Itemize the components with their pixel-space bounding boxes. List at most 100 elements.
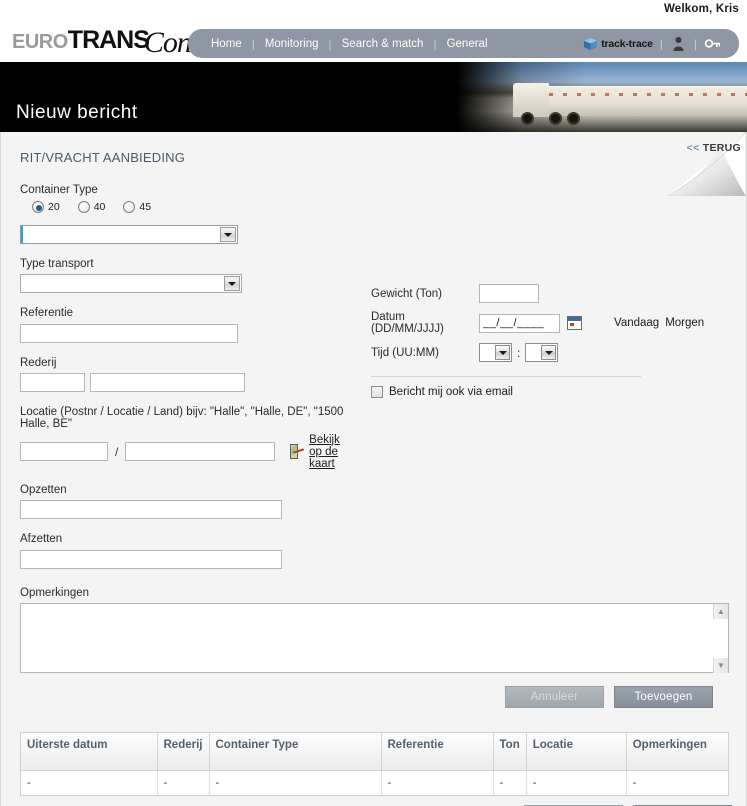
back-link[interactable]: << TERUG	[687, 142, 741, 154]
today-link[interactable]: Vandaag	[614, 317, 659, 329]
column-header-referentie: Referentie	[381, 732, 494, 771]
chevron-down-icon[interactable]	[224, 276, 240, 291]
container-type-label: Container Type	[20, 184, 98, 196]
annuleer-button-top[interactable]: Annuleer	[505, 685, 604, 708]
form-right-column: Gewicht (Ton) Datum (DD/MM/JJJJ) Vandaag…	[371, 284, 711, 398]
column-header-locatie: Locatie	[526, 732, 627, 771]
section-heading: RIT/VRACHT AANBIEDING	[20, 150, 186, 165]
truck-wheel	[567, 112, 580, 125]
datum-row: Datum (DD/MM/JJJJ) Vandaag Morgen	[371, 311, 711, 335]
site-logo[interactable]: EUROTRANSCon	[12, 22, 196, 62]
form-button-row: Annuleer Toevoegen	[20, 685, 727, 708]
tijd-minute-select[interactable]	[525, 343, 559, 362]
truck-wheel	[521, 112, 534, 125]
form-left-column: Container Type 20 40 45 Type transport R…	[20, 184, 350, 569]
map-icon[interactable]	[290, 444, 299, 459]
column-header-uiterste-datum: Uiterste datum	[21, 732, 158, 771]
content-panel: << TERUG RIT/VRACHT AANBIEDING Container…	[0, 132, 747, 806]
track-trace-link[interactable]: track-trace	[583, 37, 653, 51]
nav-right-tools: track-trace | |	[583, 35, 725, 52]
tijd-separator: :	[517, 345, 521, 360]
cell-container-type: -	[209, 770, 382, 795]
datum-input[interactable]	[479, 313, 560, 333]
key-icon[interactable]	[704, 35, 721, 52]
chevron-down-icon[interactable]	[495, 345, 510, 360]
nav-item-search-match[interactable]: Search & match	[333, 38, 433, 50]
opmerkingen-textarea[interactable]	[20, 602, 729, 673]
type-transport-combobox[interactable]	[20, 274, 242, 294]
truck-cab	[513, 83, 549, 117]
afzetten-input[interactable]	[20, 549, 282, 569]
opzetten-input[interactable]	[20, 500, 282, 519]
radio-option-20[interactable]: 20	[32, 201, 60, 213]
tijd-label: Tijd (UU:MM)	[371, 346, 439, 359]
container-type-input[interactable]	[21, 227, 218, 245]
table-row[interactable]: - - - - - - -	[21, 770, 728, 795]
rederij-code-input[interactable]	[20, 372, 85, 392]
type-transport-label: Type transport	[20, 258, 94, 270]
container-type-combobox[interactable]	[20, 225, 238, 245]
logo-part-con: Con	[143, 26, 192, 59]
nav-item-home[interactable]: Home	[202, 38, 251, 50]
locatie-separator: /	[115, 444, 119, 459]
radio-45-icon[interactable]	[123, 201, 136, 213]
radio-option-45[interactable]: 45	[123, 201, 151, 213]
track-trace-label: track-trace	[601, 37, 653, 50]
new-message-form: Container Type 20 40 45 Type transport R…	[1, 184, 746, 718]
chevron-down-icon[interactable]	[220, 227, 236, 242]
radio-option-40[interactable]: 40	[77, 201, 105, 213]
opzetten-label: Opzetten	[20, 483, 67, 496]
type-transport-input[interactable]	[21, 276, 222, 294]
referentie-input[interactable]	[20, 323, 238, 343]
truck-photo	[457, 62, 747, 132]
rederij-label: Rederij	[20, 356, 57, 369]
gewicht-row: Gewicht (Ton)	[371, 284, 711, 303]
top-bar: Welkom, Kris EUROTRANSCon Home | Monitor…	[0, 0, 747, 62]
email-notify-label: Bericht mij ook via email	[389, 386, 513, 398]
cell-rederij: -	[157, 770, 210, 795]
email-notify-checkbox[interactable]	[371, 386, 383, 398]
rederij-name-input[interactable]	[90, 372, 245, 392]
nav-item-general[interactable]: General	[438, 38, 497, 50]
scrollbar-up-icon[interactable]: ▲	[713, 603, 728, 619]
opmerkingen-label: Opmerkingen	[20, 586, 90, 599]
truck-stripe	[549, 93, 747, 96]
back-link-label: TERUG	[702, 142, 741, 154]
page-banner: Nieuw bericht	[0, 62, 747, 132]
calendar-icon[interactable]	[567, 316, 582, 330]
locatie-plaats-input[interactable]	[125, 442, 276, 461]
radio-20-icon[interactable]	[32, 201, 44, 213]
nav-separator: |	[659, 36, 663, 51]
application-page: Welkom, Kris EUROTRANSCon Home | Monitor…	[0, 0, 747, 806]
locatie-postnr-input[interactable]	[20, 442, 108, 461]
cube-icon	[584, 37, 598, 50]
tijd-hour-select[interactable]	[479, 343, 512, 362]
gewicht-label: Gewicht (Ton)	[371, 287, 442, 300]
view-on-map-link[interactable]: Bekijk op de kaart	[309, 434, 350, 470]
nav-item-monitoring[interactable]: Monitoring	[256, 38, 328, 50]
datum-label: Datum (DD/MM/JJJJ)	[371, 311, 444, 335]
scrollbar-down-icon[interactable]: ▼	[713, 657, 728, 673]
radio-20-label: 20	[48, 201, 60, 213]
tijd-row: Tijd (UU:MM) :	[371, 343, 711, 362]
radio-45-label: 45	[139, 201, 152, 213]
gewicht-input[interactable]	[479, 284, 539, 303]
locatie-label: Locatie (Postnr / Locatie / Land) bijv: …	[20, 405, 344, 430]
email-notify-row[interactable]: Bericht mij ook via email	[371, 386, 711, 398]
container-type-radio-group: 20 40 45	[32, 201, 350, 213]
page-title: Nieuw bericht	[16, 102, 138, 123]
column-header-container-type: Container Type	[209, 732, 382, 771]
tomorrow-link[interactable]: Morgen	[665, 317, 704, 329]
chevron-down-icon[interactable]	[541, 345, 557, 360]
back-chevron-icon: <<	[686, 142, 700, 154]
cell-uiterste-datum: -	[21, 770, 158, 795]
welcome-message: Welkom, Kris	[663, 3, 739, 15]
afzetten-label: Afzetten	[20, 533, 63, 545]
radio-40-icon[interactable]	[77, 201, 90, 213]
toevoegen-button[interactable]: Toevoegen	[614, 685, 713, 708]
truck-wheel	[549, 112, 562, 125]
cell-opmerkingen: -	[626, 770, 728, 795]
user-icon[interactable]	[670, 35, 687, 52]
cell-referentie: -	[381, 770, 494, 795]
table-header-row: Uiterste datum Rederij Container Type Re…	[21, 732, 728, 771]
